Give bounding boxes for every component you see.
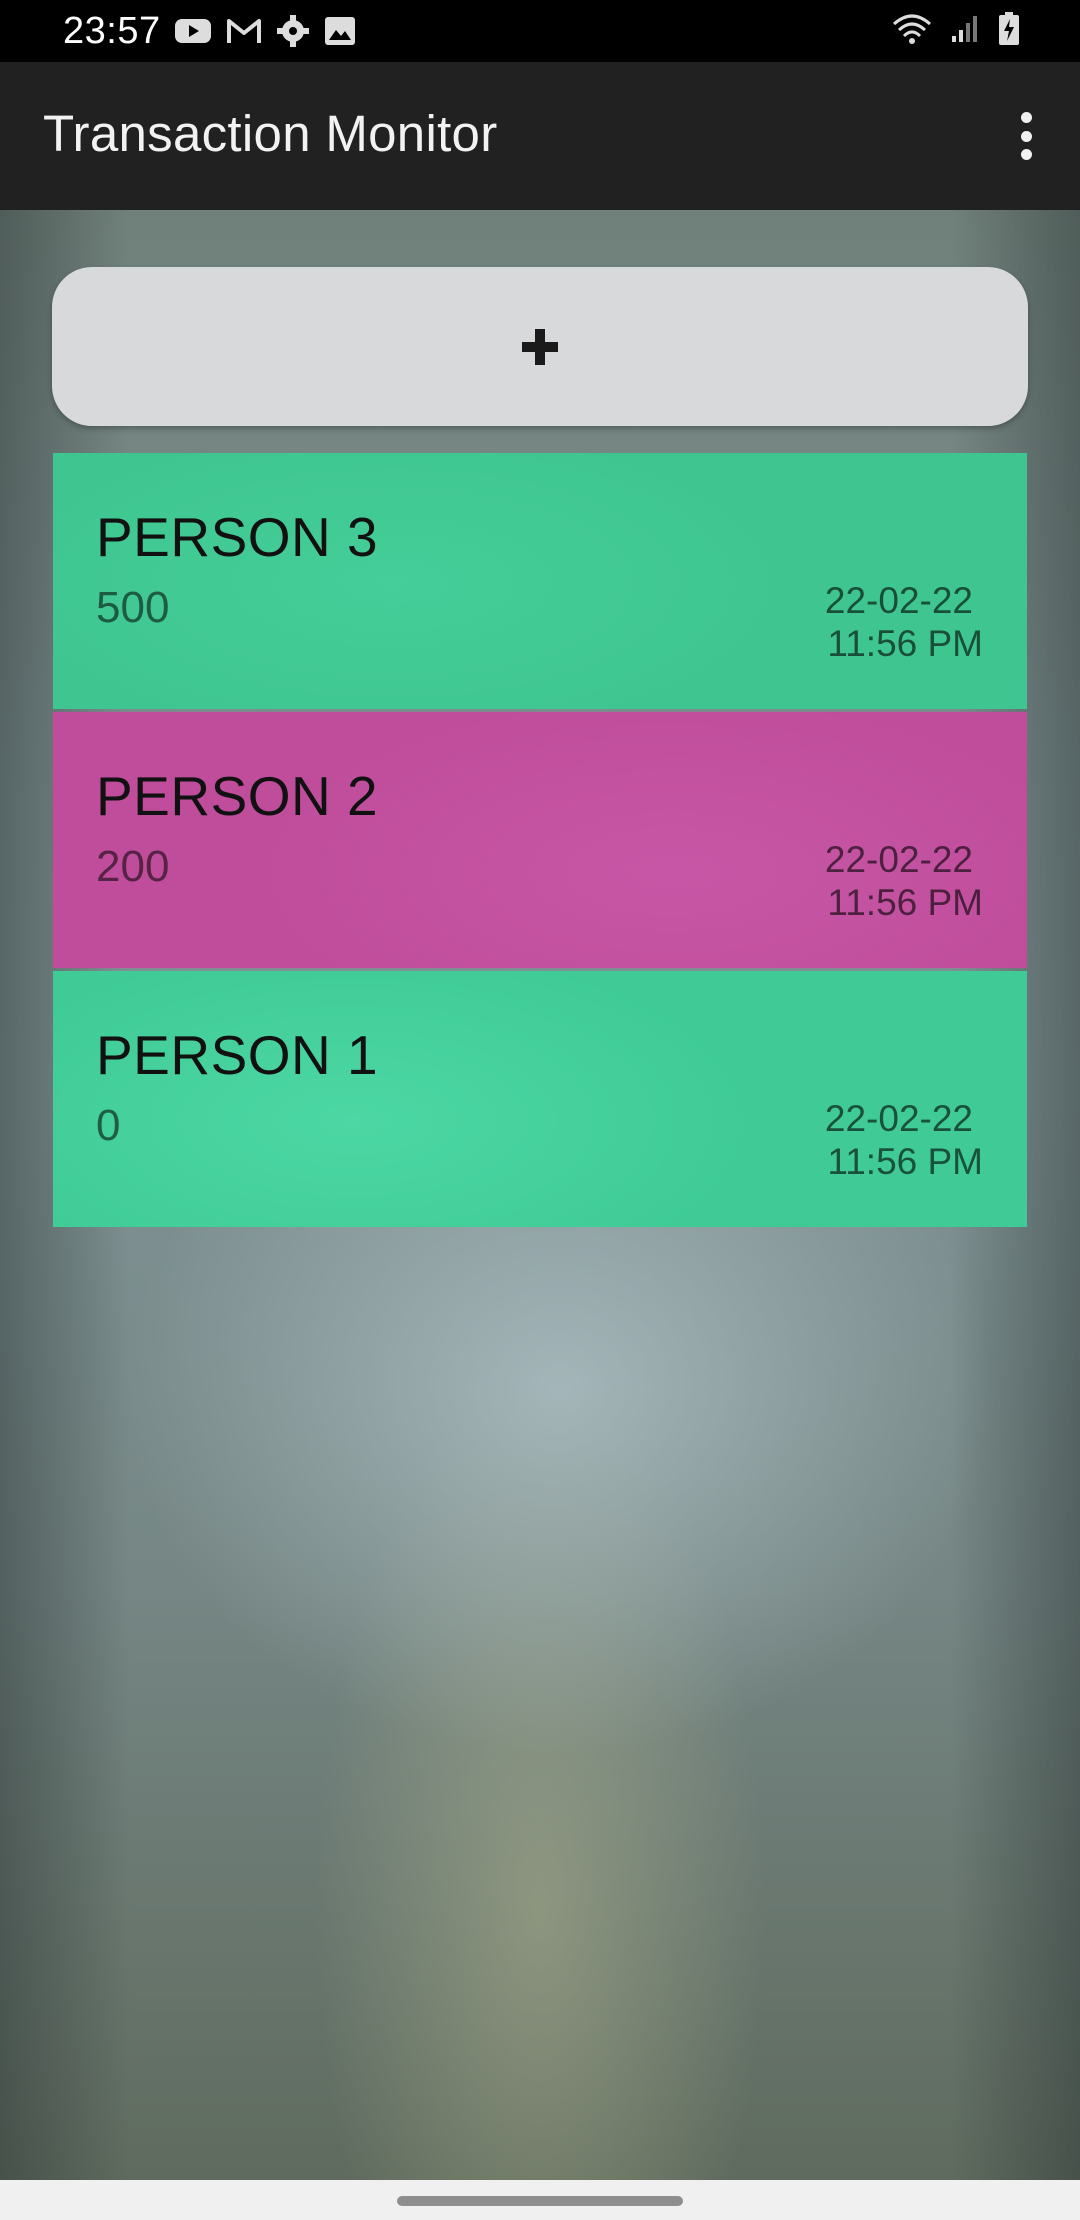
transaction-item[interactable]: PERSON 2 200 22-02-22 11:56 PM: [53, 712, 1027, 968]
add-transaction-button[interactable]: [52, 267, 1028, 426]
transaction-item[interactable]: PERSON 3 500 22-02-22 11:56 PM: [53, 453, 1027, 709]
person-name: PERSON 1: [96, 1024, 379, 1086]
gmail-icon: [227, 19, 261, 43]
person-name: PERSON 3: [96, 506, 379, 568]
transaction-item[interactable]: PERSON 1 0 22-02-22 11:56 PM: [53, 971, 1027, 1227]
image-icon: [325, 17, 355, 45]
youtube-icon: [175, 19, 211, 43]
transaction-date: 22-02-22: [824, 1098, 973, 1139]
transaction-time: 11:56 PM: [827, 1141, 983, 1182]
navigation-bar: [0, 2180, 1080, 2220]
plus-icon: [522, 328, 558, 365]
transaction-time: 11:56 PM: [827, 882, 983, 923]
transaction-date: 22-02-22: [824, 839, 973, 880]
transaction-time: 11:56 PM: [827, 623, 983, 664]
transaction-amount: 200: [96, 842, 170, 891]
app-bar: Transaction Monitor: [0, 62, 1080, 210]
home-handle[interactable]: [397, 2196, 683, 2206]
transaction-amount: 0: [96, 1101, 121, 1150]
menu-dot: [1020, 149, 1032, 160]
notification-icons: [174, 14, 356, 48]
system-icons: [892, 12, 1020, 46]
battery-charging-icon: [999, 12, 1019, 45]
settings-gear-icon: [277, 15, 309, 47]
app-title: Transaction Monitor: [43, 105, 498, 162]
transaction-list: PERSON 3 500 22-02-22 11:56 PM PERSON 2 …: [53, 453, 1027, 1230]
signal-icon: [952, 16, 977, 42]
menu-dot: [1020, 130, 1032, 142]
transaction-date: 22-02-22: [824, 580, 973, 621]
wifi-icon: [893, 14, 931, 44]
status-time: 23:57: [63, 10, 161, 52]
more-vert-icon[interactable]: [1006, 106, 1046, 166]
status-bar: 23:57: [0, 0, 1080, 62]
person-name: PERSON 2: [96, 765, 379, 827]
transaction-amount: 500: [96, 583, 170, 632]
menu-dot: [1020, 112, 1032, 123]
